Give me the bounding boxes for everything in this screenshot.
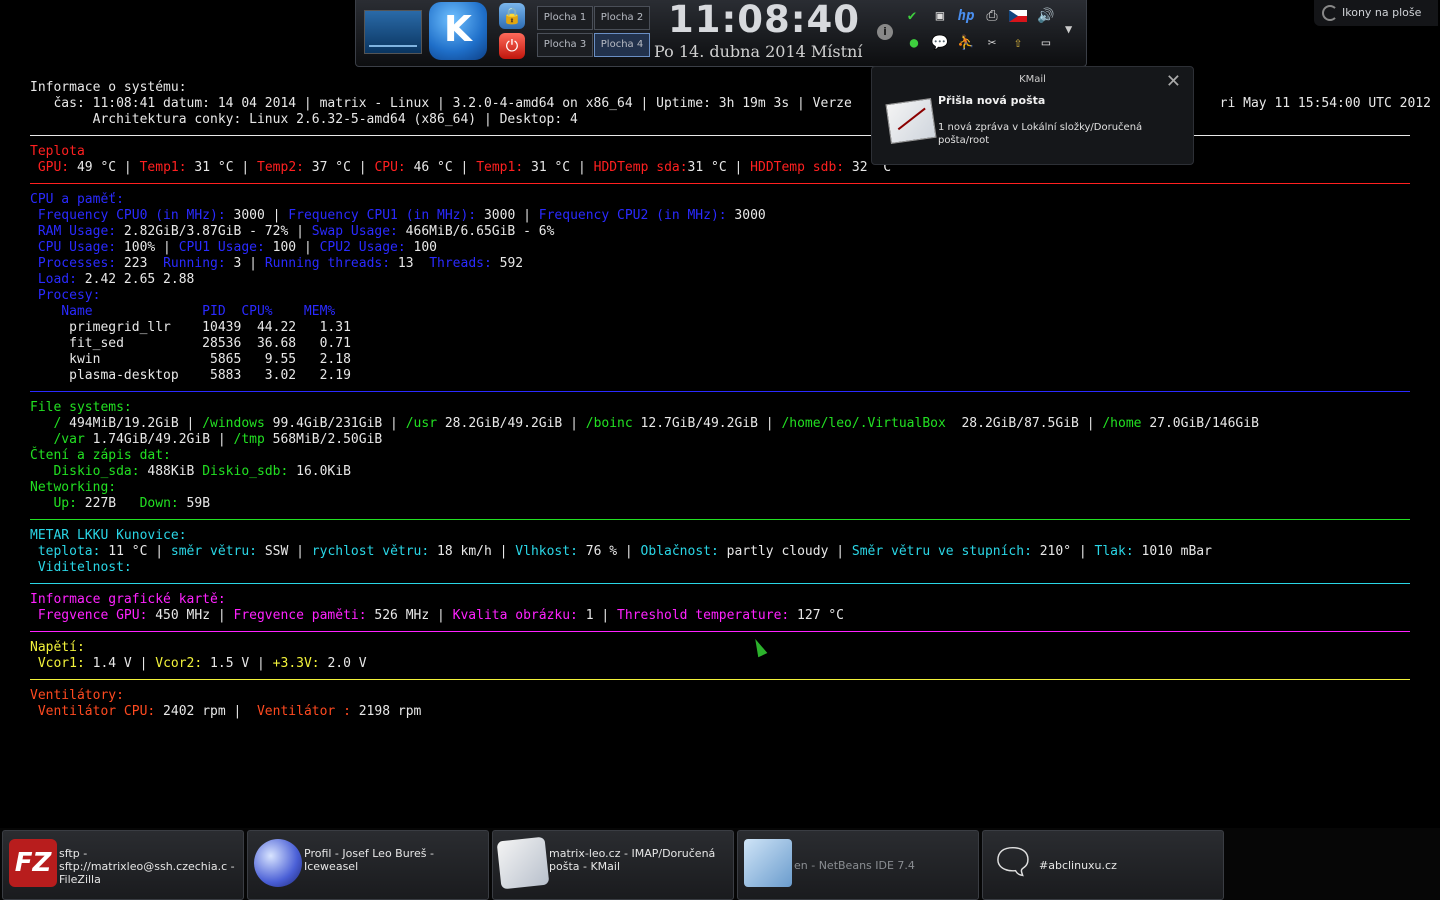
updates-icon[interactable]: ⇧ [1008, 33, 1028, 53]
kmail-notification[interactable]: KMail ✕ Přišla nová pošta 1 nová zpráva … [871, 66, 1194, 165]
temperature-header: Teplota [30, 144, 85, 159]
czech-flag-icon[interactable] [1008, 6, 1028, 26]
cpu-header: CPU a paměť: [30, 192, 124, 207]
diskio-line: Diskio_sda: 488KiB Diskio_sdb: 16.0KiB [30, 464, 351, 479]
divider [30, 519, 1410, 520]
taskbar: FZ sftp - sftp://matrixleo@ssh.czechia.c… [0, 828, 1440, 900]
voltage-header: Napětí: [30, 640, 85, 655]
hp-printer-icon[interactable]: hp [956, 6, 976, 26]
power-button[interactable]: ⏻ [499, 33, 525, 59]
top-panel: K 🔒 ⏻ Plocha 1 Plocha 2 Plocha 3 Plocha … [355, 0, 1087, 67]
close-icon[interactable]: ✕ [1166, 71, 1181, 92]
pager-desktop-3[interactable]: Plocha 3 [537, 33, 593, 57]
voltage-line: Vcor1: 1.4 V | Vcor2: 1.5 V | +3.3V: 2.0… [30, 656, 367, 671]
system-line-2: Architektura conky: Linux 2.6.32-5-amd64… [30, 112, 578, 127]
divider [30, 183, 1410, 184]
cashew-icon [1322, 5, 1338, 21]
notification-app-name: KMail [1019, 74, 1046, 85]
netbeans-icon [744, 839, 792, 887]
task-label: sftp - sftp://matrixleo@ssh.czechia.c - … [59, 847, 235, 886]
divider [30, 679, 1410, 680]
info-icon[interactable]: i [877, 24, 893, 40]
frequency-line: Frequency CPU0 (in MHz): 3000 | Frequenc… [30, 208, 766, 223]
system-header: Informace o systému: [30, 80, 187, 95]
task-kmail[interactable]: matrix-leo.cz - IMAP/Doručená pošta - KM… [492, 830, 734, 900]
divider [30, 391, 1410, 392]
temperature-line: GPU: 49 °C | Temp1: 31 °C | Temp2: 37 °C… [30, 160, 892, 175]
tray-expand-arrow-icon[interactable]: ▼ [1065, 22, 1072, 36]
printer-icon[interactable]: ⎙ [982, 6, 1002, 26]
divider [30, 583, 1410, 584]
clock-time[interactable]: 11:08:40 [666, 0, 862, 41]
pager-desktop-1[interactable]: Plocha 1 [537, 6, 593, 30]
process-header: Procesy: [30, 288, 101, 303]
desktop-icons-button[interactable]: Ikony na ploše [1314, 0, 1438, 26]
desktop-icons-label: Ikony na ploše [1342, 6, 1422, 19]
green-dot-icon[interactable]: ● [904, 33, 924, 53]
filesystems-header: File systems: [30, 400, 132, 415]
networking-line: Up: 227B Down: 59B [30, 496, 211, 511]
shield-check-icon[interactable]: ✔ [902, 6, 922, 26]
task-iceweasel[interactable]: Profil - Josef Leo Bureš - Iceweasel [247, 830, 489, 900]
filezilla-icon: FZ [9, 839, 57, 887]
task-label: #abclinuxu.cz [1039, 859, 1117, 872]
networking-header: Networking: [30, 480, 117, 495]
processes-line: Processes: 223 Running: 3 | Running thre… [30, 256, 524, 271]
task-netbeans[interactable]: en - NetBeans IDE 7.4 [737, 830, 979, 900]
task-label: en - NetBeans IDE 7.4 [794, 859, 915, 872]
diskio-header: Čtení a zápis dat: [30, 448, 171, 463]
fans-header: Ventilátory: [30, 688, 124, 703]
kde-menu-button[interactable]: K [429, 2, 487, 60]
chat-icon: 🗨 [990, 842, 1036, 883]
display-icon[interactable]: ▭ [1036, 33, 1056, 53]
show-desktop-thumbnail[interactable] [364, 10, 422, 54]
cpu-usage-line: CPU Usage: 100% | CPU1 Usage: 100 | CPU2… [30, 240, 438, 255]
process-columns: Name PID CPU% MEM% [30, 304, 336, 319]
scissors-icon[interactable]: ✂ [982, 33, 1002, 53]
conky-monitor: Informace o systému: čas: 11:08:41 datum… [30, 80, 1431, 720]
process-row: primegrid_llr 10439 44.22 1.31 [30, 320, 351, 335]
metar-header: METAR LKKU Kunovice: [30, 528, 187, 543]
filesystems-line-2: /var 1.74GiB/49.2GiB | /tmp 568MiB/2.50G… [30, 432, 383, 447]
process-row: kwin 5865 9.55 2.18 [30, 352, 351, 367]
fans-line: Ventilátor CPU: 2402 rpm | Ventilátor : … [30, 704, 422, 719]
metar-visibility: Viditelnost: [30, 560, 132, 575]
divider [30, 135, 1410, 136]
memory-line: RAM Usage: 2.82GiB/3.87GiB - 72% | Swap … [30, 224, 555, 239]
iceweasel-icon [254, 839, 302, 887]
clock-date[interactable]: Po 14. dubna 2014 Místní [654, 42, 862, 61]
volume-icon[interactable]: 🔊 [1036, 6, 1056, 26]
filesystems-line-1: / 494MiB/19.2GiB | /windows 99.4GiB/231G… [30, 416, 1259, 431]
pager-desktop-4[interactable]: Plocha 4 [594, 33, 650, 57]
mail-envelope-icon [885, 97, 937, 145]
process-row: plasma-desktop 5883 3.02 2.19 [30, 368, 351, 383]
notification-title: Přišla nová pošta [938, 94, 1046, 107]
notification-body: 1 nová zpráva v Lokální složky/Doručená … [938, 122, 1143, 146]
chat-icon[interactable]: 💬 [930, 33, 950, 53]
gpu-header: Informace grafické kartě: [30, 592, 226, 607]
network-icon[interactable]: ▣ [930, 6, 950, 26]
kmail-icon [496, 836, 550, 890]
task-irc[interactable]: 🗨 #abclinuxu.cz [982, 830, 1224, 900]
task-label: Profil - Josef Leo Bureš - Iceweasel [304, 847, 434, 873]
task-filezilla[interactable]: FZ sftp - sftp://matrixleo@ssh.czechia.c… [2, 830, 244, 900]
lock-screen-button[interactable]: 🔒 [499, 3, 525, 29]
metar-line: teplota: 11 °C | směr větru: SSW | rychl… [30, 544, 1212, 559]
process-row: fit_sed 28536 36.68 0.71 [30, 336, 351, 351]
load-line: Load: 2.42 2.65 2.88 [30, 272, 195, 287]
divider [30, 631, 1410, 632]
gpu-line: Fregvence GPU: 450 MHz | Fregvence pamět… [30, 608, 845, 623]
accessibility-icon[interactable]: ⛹ [956, 33, 976, 53]
pager-desktop-2[interactable]: Plocha 2 [594, 6, 650, 30]
task-label: matrix-leo.cz - IMAP/Doručená pošta - KM… [549, 847, 716, 873]
system-line-1: čas: 11:08:41 datum: 14 04 2014 | matrix… [30, 96, 1431, 111]
